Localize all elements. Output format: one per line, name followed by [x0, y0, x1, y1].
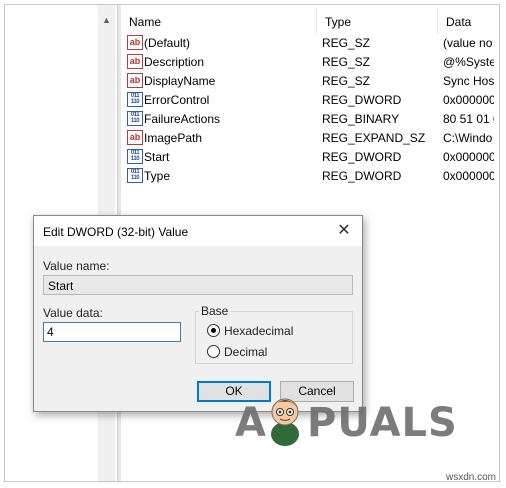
value-row[interactable]: ab Description REG_SZ @%Syste [121, 52, 494, 71]
value-data: C:\Windo [443, 131, 493, 145]
value-row[interactable]: ab DisplayName REG_SZ Sync Hos [121, 71, 494, 90]
mascot-icon [271, 398, 299, 446]
watermark-text: PUALS [307, 400, 458, 446]
value-type: REG_SZ [322, 55, 371, 69]
string-value-icon: ab [127, 35, 143, 50]
string-value-icon: ab [127, 130, 143, 145]
dialog-title: Edit DWORD (32-bit) Value [43, 225, 189, 239]
value-data-label: Value data: [43, 306, 103, 320]
value-name: DisplayName [144, 74, 216, 88]
value-data: 80 51 01 0 [443, 112, 494, 126]
value-type: REG_EXPAND_SZ [322, 131, 426, 145]
binary-value-icon: 011 110 [127, 92, 143, 107]
value-name: Description [144, 55, 205, 69]
value-data: 0x000000 [443, 169, 494, 183]
hexadecimal-radio[interactable] [207, 324, 220, 337]
value-name: FailureActions [144, 112, 221, 126]
column-header-data[interactable]: Data [438, 8, 494, 34]
value-data: (value no [443, 36, 493, 50]
value-row[interactable]: 011 110 ErrorControl REG_DWORD 0x000000 [121, 90, 494, 109]
edit-dword-dialog: Edit DWORD (32-bit) Value ✕ Value name: … [33, 215, 363, 412]
value-data: 0x000000 [443, 150, 494, 164]
binary-value-icon: 011 110 [127, 168, 143, 183]
value-type: REG_SZ [322, 74, 371, 88]
value-name: (Default) [144, 36, 191, 50]
value-data-input[interactable] [43, 322, 181, 342]
site-watermark: wsxdn.com [446, 472, 497, 483]
value-row[interactable]: ab ImagePath REG_EXPAND_SZ C:\Windo [121, 128, 494, 147]
hexadecimal-label[interactable]: Hexadecimal [224, 324, 293, 338]
value-type: REG_BINARY [322, 112, 400, 126]
column-header-name[interactable]: Name [121, 8, 317, 34]
value-name-label: Value name: [43, 259, 110, 273]
close-icon[interactable]: ✕ [333, 220, 355, 242]
decimal-label[interactable]: Decimal [224, 345, 267, 359]
binary-value-icon: 011 110 [127, 149, 143, 164]
base-group-label: Base [199, 304, 231, 318]
value-row[interactable]: 011 110 Type REG_DWORD 0x000000 [121, 166, 494, 185]
decimal-radio[interactable] [207, 345, 220, 358]
value-row[interactable]: ab (Default) REG_SZ (value no [121, 33, 494, 52]
value-type: REG_DWORD [322, 150, 402, 164]
value-name: Type [144, 169, 171, 183]
value-data: 0x000000 [443, 93, 494, 107]
value-data: @%Syste [443, 55, 494, 69]
value-row[interactable]: 011 110 Start REG_DWORD 0x000000 [121, 147, 494, 166]
value-type: REG_DWORD [322, 93, 402, 107]
value-type: REG_DWORD [322, 169, 402, 183]
value-name-field[interactable]: Start [43, 275, 353, 295]
value-name: ErrorControl [144, 93, 210, 107]
value-row[interactable]: 011 110 FailureActions REG_BINARY 80 51 … [121, 109, 494, 128]
value-name: ImagePath [144, 131, 203, 145]
string-value-icon: ab [127, 73, 143, 88]
column-header-type[interactable]: Type [317, 8, 438, 34]
value-type: REG_SZ [322, 36, 371, 50]
dialog-title-bar[interactable]: Edit DWORD (32-bit) Value ✕ [34, 216, 362, 246]
value-name: Start [144, 150, 170, 164]
scroll-up-icon[interactable]: ▲ [102, 15, 111, 25]
binary-value-icon: 011 110 [127, 111, 143, 126]
value-data: Sync Hos [443, 74, 494, 88]
appuals-watermark: A PUALS [235, 398, 457, 446]
string-value-icon: ab [127, 54, 143, 69]
